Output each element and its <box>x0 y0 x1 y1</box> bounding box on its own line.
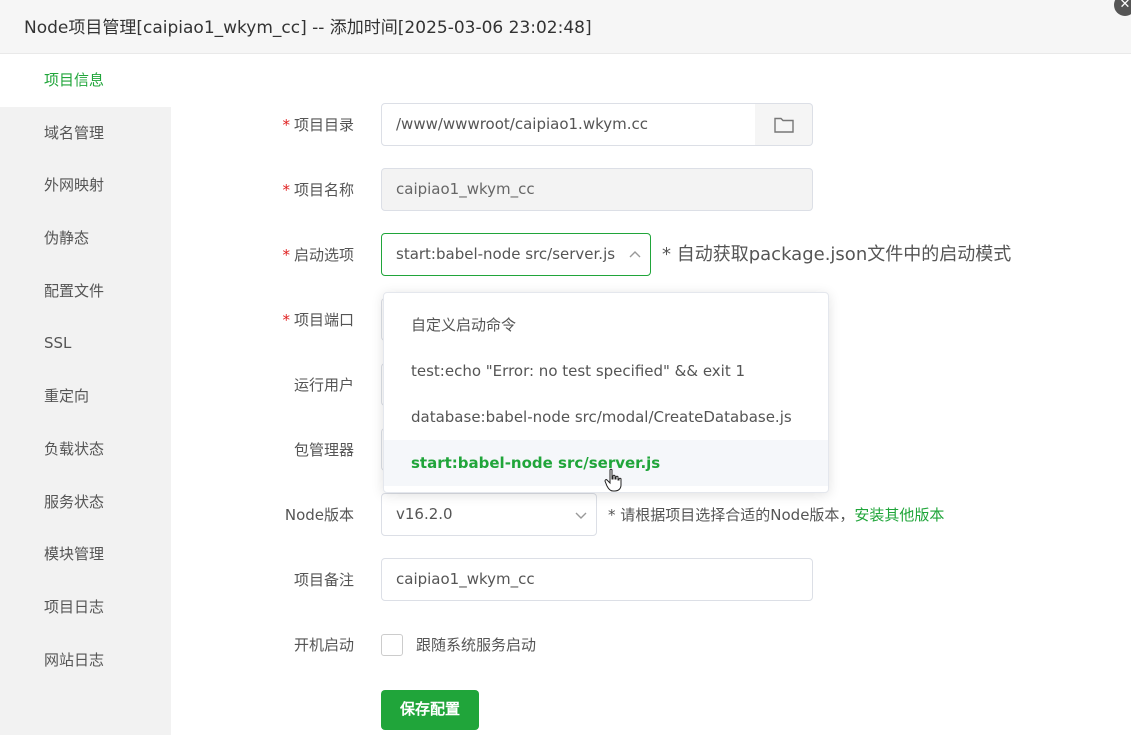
sidebar-item-service-status[interactable]: 服务状态 <box>0 476 171 529</box>
project-dir-label: * 项目目录 <box>282 116 354 134</box>
node-version-hint: * 请根据项目选择合适的Node版本，安装其他版本 <box>608 506 945 524</box>
sidebar-item-site-log[interactable]: 网站日志 <box>0 634 171 687</box>
sidebar: 项目信息 域名管理 外网映射 伪静态 配置文件 SSL 重定向 负载状态 服务状… <box>0 54 171 735</box>
row-remark: 项目备注 caipiao1_wkym_cc <box>171 558 1131 602</box>
dropdown-option[interactable]: test:echo "Error: no test specified" && … <box>384 348 828 394</box>
sidebar-item-rewrite[interactable]: 伪静态 <box>0 212 171 265</box>
chevron-down-icon <box>575 512 587 519</box>
sidebar-item-modules[interactable]: 模块管理 <box>0 528 171 581</box>
project-name-input[interactable]: caipiao1_wkym_cc <box>381 168 813 211</box>
install-other-version-link[interactable]: 安装其他版本 <box>854 506 944 524</box>
start-option-select[interactable]: start:babel-node src/server.js <box>381 233 651 276</box>
folder-icon <box>773 117 794 133</box>
remark-label: 项目备注 <box>293 571 354 589</box>
sidebar-item-domain[interactable]: 域名管理 <box>0 107 171 160</box>
node-version-value: v16.2.0 <box>396 505 453 523</box>
sidebar-item-load-status[interactable]: 负载状态 <box>0 423 171 476</box>
row-project-name: * 项目名称 caipiao1_wkym_cc <box>171 168 1131 212</box>
folder-button[interactable] <box>755 103 813 146</box>
row-node-version: Node版本 v16.2.0 * 请根据项目选择合适的Node版本，安装其他版本 <box>171 493 1131 537</box>
hand-cursor-icon <box>604 468 622 492</box>
sidebar-item-project-log[interactable]: 项目日志 <box>0 581 171 634</box>
remark-input[interactable]: caipiao1_wkym_cc <box>381 558 813 601</box>
dialog-title: Node项目管理[caipiao1_wkym_cc] -- 添加时间[2025-… <box>24 18 592 38</box>
sidebar-item-config-file[interactable]: 配置文件 <box>0 265 171 318</box>
run-user-label: 运行用户 <box>293 376 354 394</box>
start-option-label: * 启动选项 <box>282 246 354 264</box>
package-manager-label: 包管理器 <box>293 441 354 459</box>
start-option-dropdown: 自定义启动命令 test:echo "Error: no test specif… <box>383 292 829 493</box>
sidebar-item-external-mapping[interactable]: 外网映射 <box>0 159 171 212</box>
row-autostart: 开机启动 跟随系统服务启动 <box>171 623 1131 667</box>
node-version-select[interactable]: v16.2.0 <box>381 493 597 536</box>
sidebar-item-project-info[interactable]: 项目信息 <box>0 54 171 107</box>
autostart-checkbox-label[interactable]: 跟随系统服务启动 <box>416 623 536 667</box>
project-dir-input[interactable]: /www/wwwroot/caipiao1.wkym.cc <box>381 103 756 146</box>
project-name-label: * 项目名称 <box>282 181 354 199</box>
dropdown-option[interactable]: database:babel-node src/modal/CreateData… <box>384 394 828 440</box>
start-option-hint: * 自动获取package.json文件中的启动模式 <box>662 244 1012 265</box>
row-start-option: * 启动选项 start:babel-node src/server.js * 自… <box>171 233 1131 277</box>
sidebar-item-ssl[interactable]: SSL <box>0 317 171 370</box>
start-option-value: start:babel-node src/server.js <box>396 245 616 263</box>
dialog-titlebar: Node项目管理[caipiao1_wkym_cc] -- 添加时间[2025-… <box>0 0 1131 54</box>
node-version-label: Node版本 <box>284 506 354 524</box>
autostart-checkbox[interactable] <box>381 634 403 656</box>
autostart-label: 开机启动 <box>293 636 354 654</box>
row-project-dir: * 项目目录 /www/wwwroot/caipiao1.wkym.cc <box>171 103 1131 147</box>
sidebar-item-redirect[interactable]: 重定向 <box>0 370 171 423</box>
project-port-label: * 项目端口 <box>282 311 354 329</box>
dropdown-option[interactable]: 自定义启动命令 <box>384 302 828 348</box>
save-config-button[interactable]: 保存配置 <box>381 690 479 730</box>
chevron-up-icon <box>629 251 641 258</box>
